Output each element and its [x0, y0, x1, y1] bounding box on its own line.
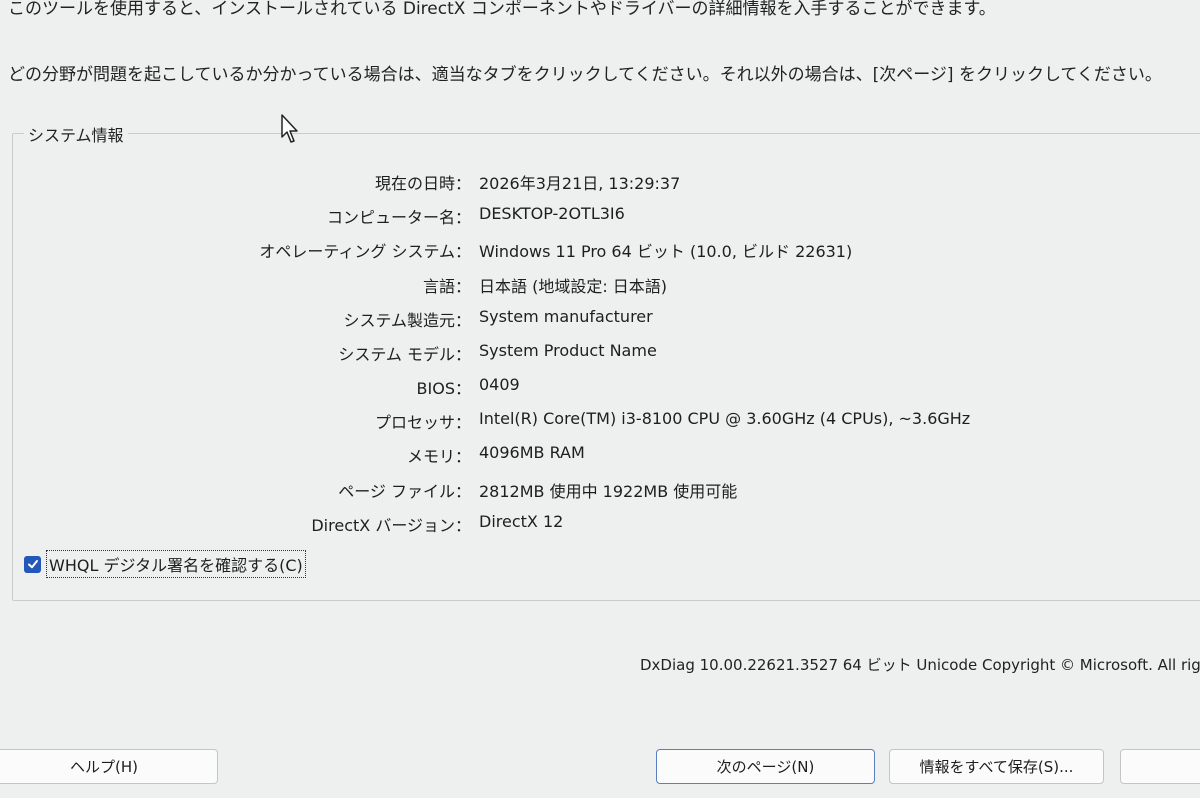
system-info-label: BIOS： — [416, 379, 471, 398]
system-info-value: 日本語 (地域設定: 日本語) — [479, 277, 668, 296]
dxdiag-window: このツールを使用すると、インストールされている DirectX コンポーネントや… — [0, 0, 1200, 798]
system-info-value: Windows 11 Pro 64 ビット (10.0, ビルド 22631) — [479, 242, 853, 261]
system-info-label: オペレーティング システム： — [259, 242, 471, 261]
system-info-label: DirectX バージョン： — [311, 516, 471, 535]
version-copyright-text: DxDiag 10.00.22621.3527 64 ビット Unicode C… — [640, 656, 1200, 674]
system-info-title: システム情報 — [24, 122, 128, 146]
system-info-value: DESKTOP-2OTL3I6 — [479, 204, 625, 223]
system-info-label: システム モデル： — [338, 345, 471, 364]
mouse-cursor-icon — [281, 114, 298, 143]
whql-checkbox-row[interactable]: WHQL デジタル署名を確認する(C) — [24, 550, 306, 578]
next-page-button[interactable]: 次のページ(N) — [656, 749, 875, 784]
system-info-value: Intel(R) Core(TM) i3-8100 CPU @ 3.60GHz … — [479, 409, 971, 428]
intro-text-line2: どの分野が問題を起こしているか分かっている場合は、適当なタブをクリックしてくださ… — [8, 65, 1162, 85]
exit-button[interactable] — [1120, 749, 1200, 784]
check-icon — [27, 560, 38, 569]
system-info-label: システム製造元： — [343, 311, 471, 330]
whql-checkbox[interactable] — [24, 555, 41, 573]
intro-text-line1: このツールを使用すると、インストールされている DirectX コンポーネントや… — [8, 0, 996, 19]
system-info-value: DirectX 12 — [479, 512, 564, 531]
system-info-value: System manufacturer — [479, 307, 653, 326]
system-info-label: プロセッサ： — [374, 413, 471, 432]
system-info-value: 0409 — [479, 375, 520, 394]
system-info-value: 2026年3月21日, 13:29:37 — [479, 174, 681, 193]
save-all-info-button[interactable]: 情報をすべて保存(S)... — [889, 749, 1104, 784]
system-info-value: System Product Name — [479, 341, 657, 360]
system-info-label: 言語： — [422, 277, 471, 296]
system-info-value: 4096MB RAM — [479, 443, 585, 462]
system-info-label: コンピューター名： — [326, 208, 471, 227]
whql-checkbox-label[interactable]: WHQL デジタル署名を確認する(C) — [46, 550, 306, 578]
system-info-value: 2812MB 使用中 1922MB 使用可能 — [479, 482, 738, 501]
system-info-label: ページ ファイル： — [338, 482, 471, 501]
help-button[interactable]: ヘルプ(H) — [0, 749, 218, 784]
system-info-label: 現在の日時： — [374, 174, 471, 193]
system-info-label: メモリ： — [406, 447, 471, 466]
